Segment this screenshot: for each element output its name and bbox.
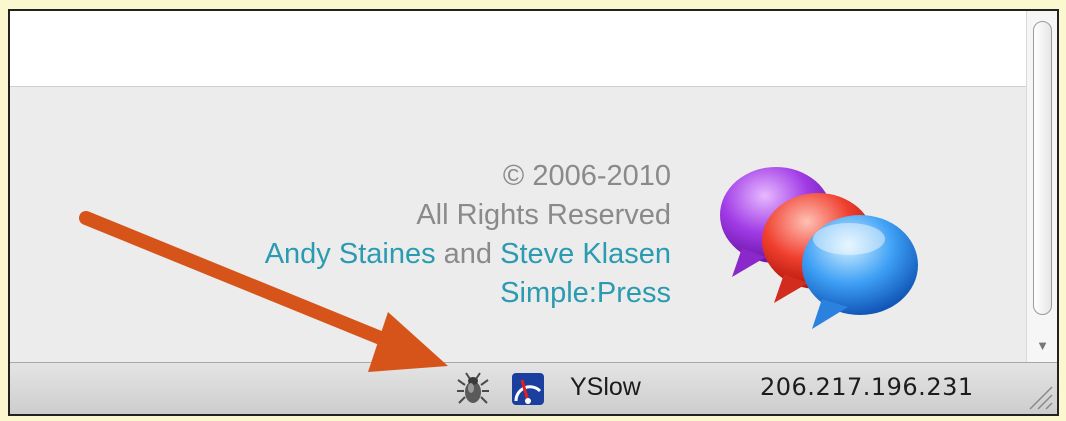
yslow-label[interactable]: YSlow bbox=[570, 373, 641, 402]
firebug-bug-icon[interactable] bbox=[455, 371, 491, 407]
authors-line: Andy Staines and Steve Klasen bbox=[265, 235, 671, 274]
scroll-down-arrow-icon[interactable]: ▼ bbox=[1027, 329, 1057, 362]
speech-bubbles-logo bbox=[720, 167, 918, 329]
rights-text: All Rights Reserved bbox=[416, 199, 671, 231]
author-link-steve-klasen[interactable]: Steve Klasen bbox=[500, 238, 671, 270]
footer-credits: © 2006-2010 All Rights Reserved Andy Sta… bbox=[265, 157, 671, 313]
page-footer: © 2006-2010 All Rights Reserved Andy Sta… bbox=[10, 87, 1026, 362]
status-bar: YSlow 206.217.196.231 bbox=[10, 362, 1057, 414]
author-link-andy-staines[interactable]: Andy Staines bbox=[265, 238, 436, 270]
browser-window: © 2006-2010 All Rights Reserved Andy Sta… bbox=[8, 9, 1059, 416]
page-content-area bbox=[10, 11, 1026, 87]
scrollbar-thumb[interactable] bbox=[1033, 21, 1052, 315]
simple-press-link[interactable]: Simple:Press bbox=[500, 277, 671, 309]
copyright-text: © 2006-2010 bbox=[502, 160, 671, 192]
blue-bubble bbox=[802, 215, 918, 329]
ip-address-text: 206.217.196.231 bbox=[760, 373, 974, 401]
yslow-speedometer-icon[interactable] bbox=[510, 371, 546, 407]
product-line: Simple:Press bbox=[265, 274, 671, 313]
authors-conjunction: and bbox=[443, 238, 493, 270]
vertical-scrollbar[interactable]: ▼ bbox=[1026, 11, 1057, 362]
resize-grip-icon[interactable] bbox=[1024, 379, 1054, 411]
